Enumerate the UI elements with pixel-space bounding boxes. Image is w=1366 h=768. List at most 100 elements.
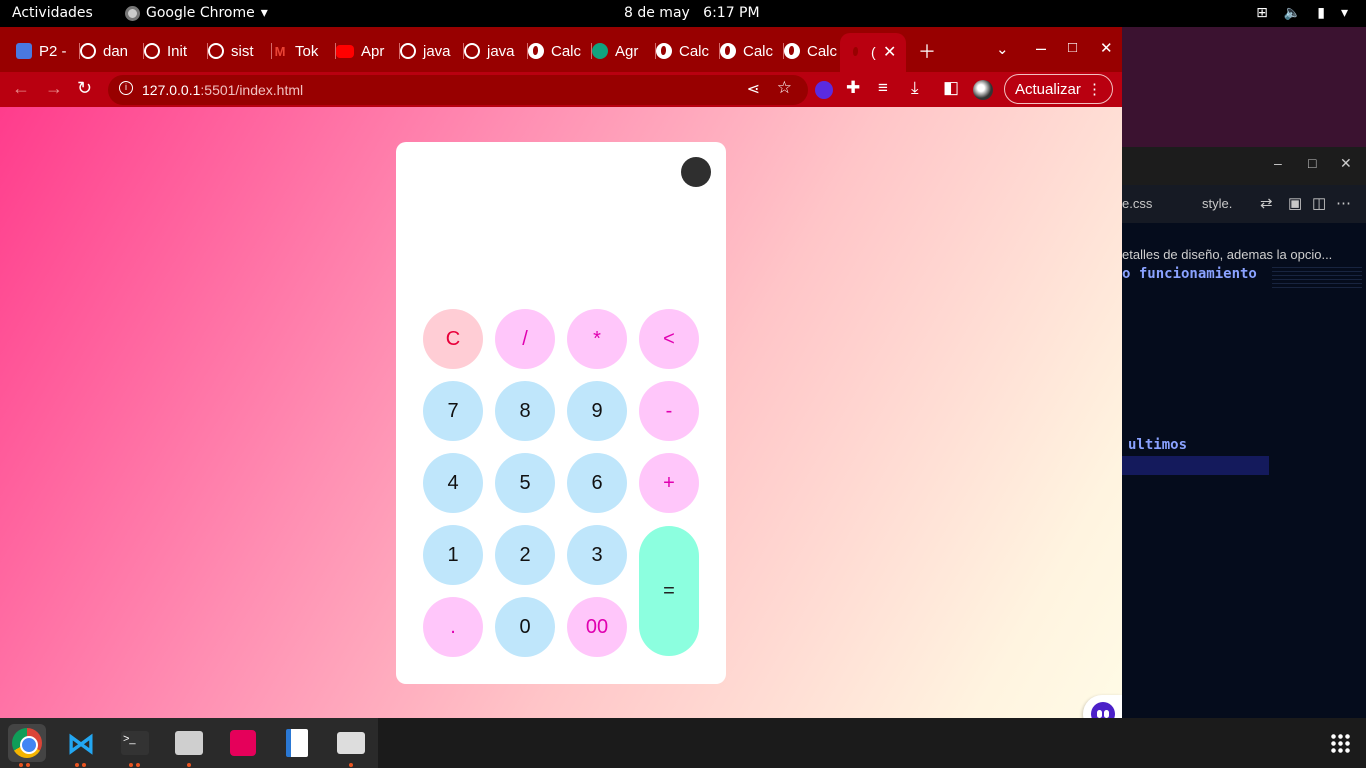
volume-icon: 🔈 — [1283, 5, 1302, 21]
download-icon[interactable]: ⤓ — [911, 78, 919, 98]
tab[interactable]: Calc — [784, 37, 848, 65]
minimize-icon[interactable]: – — [1274, 155, 1282, 171]
plus-button[interactable]: + — [639, 453, 699, 513]
digit-0-button[interactable]: 0 — [495, 597, 555, 657]
magnifier-icon — [337, 732, 365, 754]
app-name: Google Chrome — [146, 5, 255, 21]
github-icon — [144, 43, 160, 59]
url-text[interactable]: 127.0.0.1:5501/index.html — [142, 82, 303, 98]
digit-5-button[interactable]: 5 — [495, 453, 555, 513]
calculator: C / * < 7 8 9 - 4 5 6 + 1 2 3 = . 0 00 — [396, 142, 726, 684]
preview-icon[interactable]: ▣ — [1288, 194, 1302, 212]
chevron-down-icon: ▾ — [260, 5, 268, 21]
dock-writer[interactable] — [278, 724, 316, 762]
tab[interactable]: P2 - — [16, 37, 80, 65]
backspace-button[interactable]: < — [639, 309, 699, 369]
system-tray[interactable]: ⊞ 🔈 ▮ ▾ — [1256, 5, 1348, 21]
tab[interactable]: Calc — [528, 37, 592, 65]
assistant-widget-button[interactable] — [1083, 695, 1122, 718]
bot-face-icon — [1091, 702, 1115, 718]
dock-screenshot[interactable] — [224, 724, 262, 762]
digit-3-button[interactable]: 3 — [567, 525, 627, 585]
minus-button[interactable]: - — [639, 381, 699, 441]
forward-button[interactable]: → — [45, 78, 63, 99]
chevron-down-icon: ▾ — [1340, 5, 1348, 21]
breadcrumb: etalles de diseño, ademas la opcio... — [1122, 247, 1333, 262]
tab-search-chevron-icon[interactable]: ⌄ — [996, 40, 1009, 58]
tab-css[interactable]: e.css — [1122, 196, 1152, 211]
app-menu[interactable]: Google Chrome ▾ — [125, 5, 268, 21]
tab-label: Init — [167, 42, 188, 60]
digit-7-button[interactable]: 7 — [423, 381, 483, 441]
tab[interactable]: M Tok — [272, 37, 336, 65]
tab-label: Apr — [361, 42, 385, 60]
dock-chrome[interactable] — [8, 724, 46, 767]
tab[interactable]: sist — [208, 37, 272, 65]
tab[interactable]: Init — [144, 37, 208, 65]
divide-button[interactable]: / — [495, 309, 555, 369]
address-bar[interactable]: i 127.0.0.1:5501/index.html ⋖ ☆ — [108, 75, 808, 105]
minimize-button[interactable]: – — [1036, 38, 1046, 59]
digit-6-button[interactable]: 6 — [567, 453, 627, 513]
youtube-icon — [336, 44, 354, 58]
tab-label: P2 - — [39, 42, 67, 60]
dock-image-viewer[interactable] — [332, 724, 370, 767]
tab-style[interactable]: style. — [1202, 196, 1232, 211]
profile-avatar[interactable] — [973, 80, 993, 100]
update-button[interactable]: Actualizar ⋮ — [1004, 74, 1113, 104]
chatgpt-icon — [592, 43, 608, 59]
digit-1-button[interactable]: 1 — [423, 525, 483, 585]
equals-button[interactable]: = — [639, 526, 699, 656]
compare-icon[interactable]: ⇄ — [1260, 194, 1273, 212]
decimal-point-button[interactable]: . — [423, 597, 483, 657]
vscode-titlebar: – □ ✕ — [1122, 147, 1366, 185]
close-icon[interactable]: ✕ — [1340, 155, 1352, 172]
vscode-editor-window: – □ ✕ e.css style. ⇄ ▣ ◫ ⋯ etalles de di… — [1122, 147, 1366, 718]
reload-button[interactable]: ↻ — [77, 78, 92, 99]
double-zero-button[interactable]: 00 — [567, 597, 627, 657]
share-icon[interactable]: ⋖ — [747, 79, 760, 99]
tab[interactable]: Calc — [720, 37, 784, 65]
clock[interactable]: 8 de may 6:17 PM — [624, 5, 760, 21]
clear-button[interactable]: C — [423, 309, 483, 369]
globe-icon — [720, 43, 736, 59]
media-queue-icon[interactable]: ≡ — [878, 78, 888, 98]
extension-bot-icon[interactable] — [815, 81, 833, 99]
maximize-button[interactable]: □ — [1068, 39, 1077, 56]
tab[interactable]: Agr — [592, 37, 656, 65]
terminal-icon: >_ — [121, 731, 149, 755]
digit-9-button[interactable]: 9 — [567, 381, 627, 441]
close-window-button[interactable]: ✕ — [1100, 39, 1113, 57]
dock-vscode[interactable]: ⋈ — [62, 724, 100, 767]
maximize-icon[interactable]: □ — [1308, 155, 1316, 171]
chrome-window: P2 - dan Init sist M Tok Apr java java Calc Agr Cal… — [0, 27, 1122, 718]
tab[interactable]: Apr — [336, 37, 400, 65]
tab-active[interactable]: ( ✕ — [840, 33, 906, 72]
digit-2-button[interactable]: 2 — [495, 525, 555, 585]
info-icon[interactable]: i — [119, 81, 133, 95]
digit-4-button[interactable]: 4 — [423, 453, 483, 513]
activities-button[interactable]: Actividades — [12, 5, 93, 21]
split-editor-icon[interactable]: ◫ — [1312, 194, 1326, 212]
more-icon[interactable]: ⋯ — [1336, 194, 1351, 212]
bookmark-star-icon[interactable]: ☆ — [777, 78, 792, 98]
tab[interactable]: java — [464, 37, 528, 65]
digit-8-button[interactable]: 8 — [495, 381, 555, 441]
show-apps-grid-icon[interactable] — [1330, 733, 1350, 753]
extensions-puzzle-icon[interactable]: ✚ — [846, 78, 860, 98]
tab[interactable]: java — [400, 37, 464, 65]
close-tab-icon[interactable]: ✕ — [883, 42, 896, 62]
tab-label: java — [423, 42, 451, 60]
tab[interactable]: dan — [80, 37, 144, 65]
side-panel-icon[interactable]: ◧ — [943, 78, 959, 98]
more-vertical-icon[interactable]: ⋮ — [1087, 80, 1102, 98]
folder-icon — [175, 731, 203, 755]
new-tab-button[interactable]: ＋ — [918, 38, 936, 64]
dock-files[interactable] — [170, 724, 208, 767]
multiply-button[interactable]: * — [567, 309, 627, 369]
back-button[interactable]: ← — [12, 78, 30, 99]
theme-toggle-button[interactable] — [681, 157, 711, 187]
dock-terminal[interactable]: >_ — [116, 724, 154, 767]
github-icon — [208, 43, 224, 59]
tab[interactable]: Calc — [656, 37, 720, 65]
